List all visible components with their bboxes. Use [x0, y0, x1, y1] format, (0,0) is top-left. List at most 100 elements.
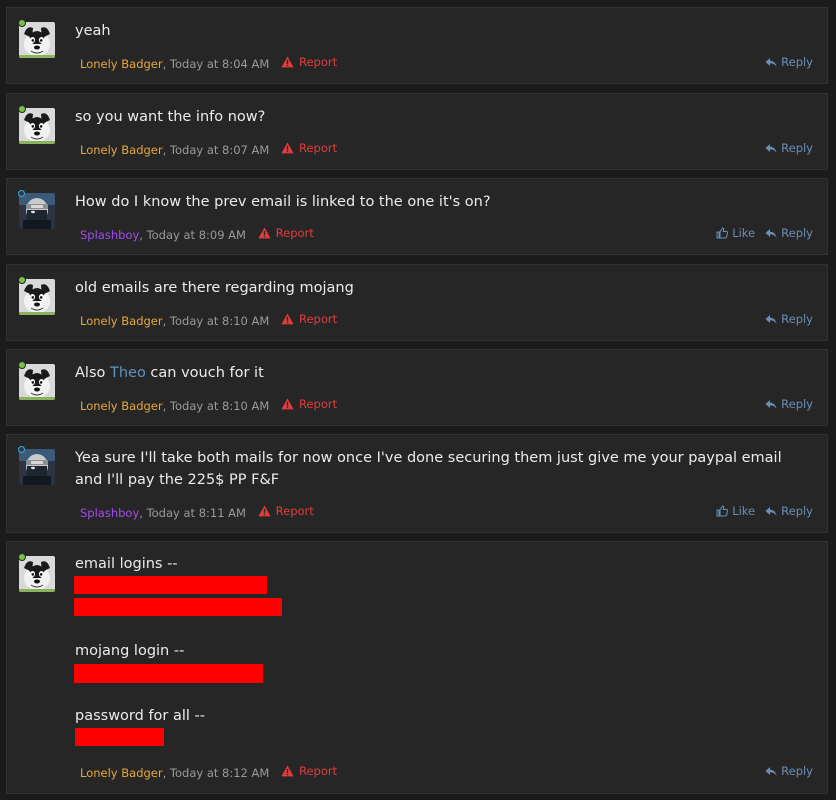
- warning-icon: [281, 313, 294, 325]
- like-label: Like: [732, 226, 756, 240]
- online-indicator: [18, 553, 26, 561]
- reply-icon: [765, 314, 777, 324]
- reply-button[interactable]: Reply: [765, 141, 813, 155]
- report-link[interactable]: Report: [281, 55, 337, 69]
- redaction-bar: [74, 598, 282, 616]
- post-message: old emails are there regarding mojang: [75, 280, 354, 296]
- avatar[interactable]: [19, 556, 55, 592]
- user-mention[interactable]: Theo: [110, 365, 146, 381]
- post: Yea sure I'll take both mails for now on…: [6, 434, 828, 533]
- like-label: Like: [732, 504, 756, 518]
- warning-icon: [258, 227, 271, 239]
- post-author[interactable]: Lonely Badger: [80, 57, 163, 71]
- post-meta: Lonely Badger, Today at 8:10 AM Report: [80, 397, 337, 413]
- post-timestamp[interactable]: , Today at 8:07 AM: [163, 143, 270, 157]
- avatar[interactable]: [19, 449, 55, 485]
- reply-button[interactable]: Reply: [765, 504, 813, 518]
- post-timestamp[interactable]: , Today at 8:10 AM: [163, 399, 270, 413]
- reply-icon: [765, 399, 777, 409]
- post-message: How do I know the prev email is linked t…: [75, 194, 491, 210]
- reply-icon: [765, 57, 777, 67]
- report-label: Report: [298, 55, 338, 69]
- avatar[interactable]: [19, 108, 55, 144]
- message-text: can vouch for it: [145, 365, 264, 381]
- post-timestamp[interactable]: , Today at 8:10 AM: [163, 314, 270, 328]
- post: so you want the info now? Lonely Badger,…: [6, 93, 828, 170]
- report-label: Report: [298, 764, 338, 778]
- reply-button[interactable]: Reply: [765, 226, 813, 240]
- online-indicator: [18, 190, 25, 197]
- post-author[interactable]: Lonely Badger: [80, 766, 163, 780]
- post-actions: Reply: [765, 397, 813, 411]
- post-meta: Lonely Badger, Today at 8:10 AM Report: [80, 312, 337, 328]
- post-meta: Splashboy, Today at 8:11 AM Report: [80, 504, 314, 520]
- reply-icon: [765, 143, 777, 153]
- warning-icon: [281, 56, 294, 68]
- online-indicator: [18, 361, 26, 369]
- post-actions: Like Reply: [716, 226, 813, 240]
- warning-icon: [281, 398, 294, 410]
- post-timestamp[interactable]: , Today at 8:09 AM: [139, 228, 246, 242]
- reply-label: Reply: [781, 55, 813, 69]
- message-line: email logins --: [75, 556, 178, 572]
- post-author[interactable]: Lonely Badger: [80, 314, 163, 328]
- message-line: password for all --: [75, 708, 206, 724]
- report-link[interactable]: Report: [281, 312, 337, 326]
- report-link[interactable]: Report: [281, 764, 337, 778]
- reply-label: Reply: [781, 504, 813, 518]
- avatar[interactable]: [19, 364, 55, 400]
- post-message: Yea sure I'll take both mails for now on…: [75, 450, 782, 488]
- reply-button[interactable]: Reply: [765, 764, 813, 778]
- online-indicator: [18, 19, 26, 27]
- warning-icon: [281, 142, 294, 154]
- ninja-avatar-icon: [19, 449, 55, 485]
- avatar[interactable]: [19, 22, 55, 58]
- post-message: Also Theo can vouch for it: [75, 362, 807, 384]
- reply-label: Reply: [781, 312, 813, 326]
- post-actions: Reply: [765, 312, 813, 326]
- reply-icon: [765, 228, 777, 238]
- reply-label: Reply: [781, 226, 813, 240]
- post-author[interactable]: Lonely Badger: [80, 399, 163, 413]
- post-author[interactable]: Splashboy: [80, 506, 139, 520]
- report-link[interactable]: Report: [281, 141, 337, 155]
- post: How do I know the prev email is linked t…: [6, 178, 828, 255]
- post-actions: Reply: [765, 55, 813, 69]
- avatar[interactable]: [19, 279, 55, 315]
- post-meta: Lonely Badger, Today at 8:04 AM Report: [80, 55, 337, 71]
- reply-icon: [765, 506, 777, 516]
- post-meta: Splashboy, Today at 8:09 AM Report: [80, 226, 314, 242]
- reply-label: Reply: [781, 141, 813, 155]
- reply-button[interactable]: Reply: [765, 312, 813, 326]
- like-button[interactable]: Like: [716, 226, 755, 240]
- post-author[interactable]: Lonely Badger: [80, 143, 163, 157]
- report-link[interactable]: Report: [258, 504, 314, 518]
- post: old emails are there regarding mojang Lo…: [6, 264, 828, 341]
- post-timestamp[interactable]: , Today at 8:11 AM: [139, 506, 246, 520]
- post: email logins -- mojang login -- password…: [6, 541, 828, 794]
- post-actions: Reply: [765, 141, 813, 155]
- badger-avatar-icon: [19, 108, 55, 144]
- reply-button[interactable]: Reply: [765, 397, 813, 411]
- reply-label: Reply: [781, 764, 813, 778]
- report-link[interactable]: Report: [281, 397, 337, 411]
- avatar[interactable]: [19, 193, 55, 229]
- post-timestamp[interactable]: , Today at 8:12 AM: [163, 766, 270, 780]
- report-label: Report: [275, 226, 314, 240]
- post-timestamp[interactable]: , Today at 8:04 AM: [163, 57, 270, 71]
- post-message: so you want the info now?: [75, 109, 266, 125]
- report-label: Report: [275, 504, 314, 518]
- online-indicator: [18, 446, 25, 453]
- post-meta: Lonely Badger, Today at 8:07 AM Report: [80, 141, 337, 157]
- like-button[interactable]: Like: [716, 504, 755, 518]
- message-line: mojang login --: [75, 643, 185, 659]
- post-actions: Reply: [765, 764, 813, 778]
- post-meta: Lonely Badger, Today at 8:12 AM Report: [80, 764, 337, 780]
- post: Also Theo can vouch for it Lonely Badger…: [6, 349, 828, 426]
- reply-button[interactable]: Reply: [765, 55, 813, 69]
- post-message: yeah: [75, 23, 111, 39]
- post-author[interactable]: Splashboy: [80, 228, 139, 242]
- report-label: Report: [298, 141, 338, 155]
- report-link[interactable]: Report: [258, 226, 314, 240]
- reply-label: Reply: [781, 397, 813, 411]
